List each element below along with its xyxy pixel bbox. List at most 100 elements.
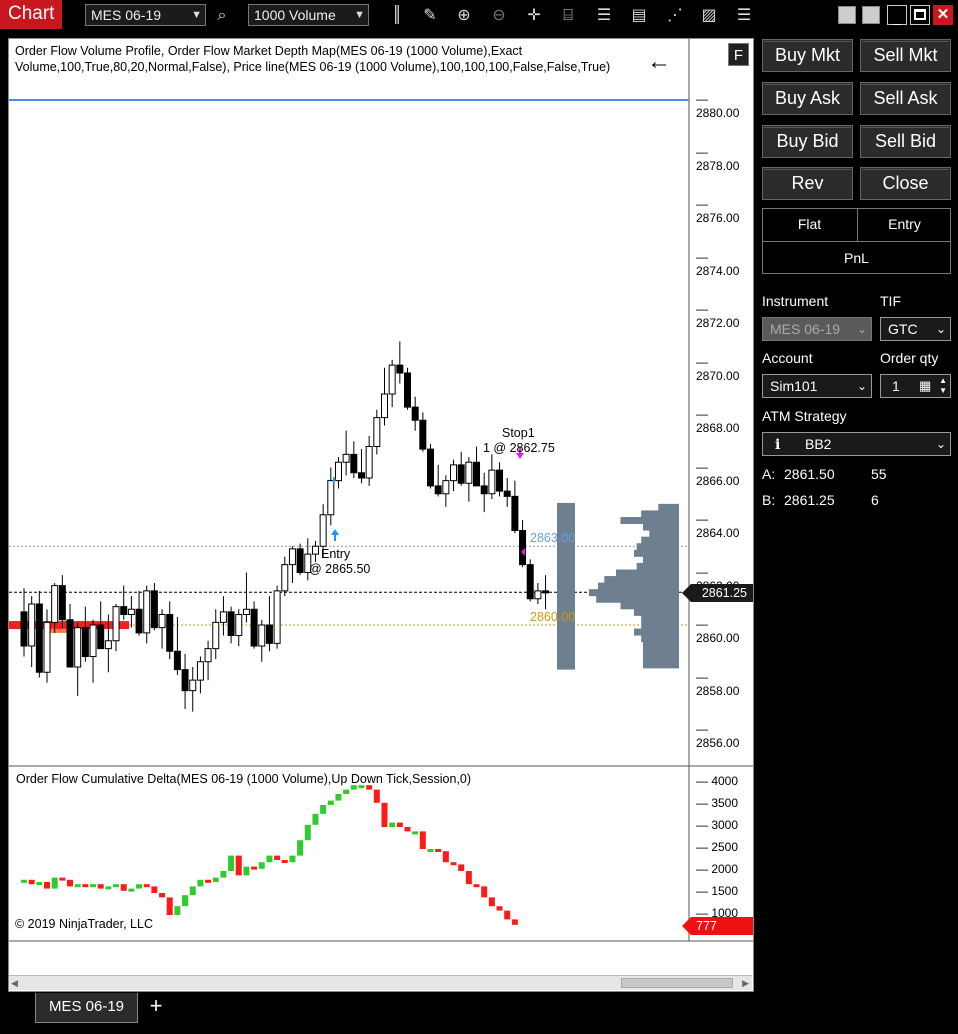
search-icon[interactable]: ⌕: [212, 5, 232, 25]
pencil-icon[interactable]: ✎: [420, 5, 440, 25]
sell-ask-button[interactable]: Sell Ask: [860, 82, 951, 115]
strategy-icon[interactable]: ⋰: [665, 5, 685, 25]
ask-label: A:: [762, 466, 776, 482]
candle-body: [20, 611, 28, 647]
position-status: Flat: [797, 216, 822, 232]
delta-tick-label: — 1500: [696, 884, 739, 898]
delta-bar: [51, 877, 58, 889]
title-tab[interactable]: Chart: [0, 0, 62, 29]
volume-profile-bar: [634, 549, 679, 557]
order-qty-stepper[interactable]: 1 ▦ ▲ ▼: [880, 374, 951, 398]
crosshair-icon[interactable]: ✛: [524, 5, 544, 25]
candle-body: [327, 480, 335, 516]
delta-bar: [343, 789, 350, 794]
back-arrow-icon[interactable]: ←: [647, 49, 671, 75]
close-icon[interactable]: ✕: [933, 5, 953, 25]
info-icon[interactable]: i: [775, 437, 780, 453]
zoom-in-icon[interactable]: ⊕: [454, 5, 474, 25]
volume-profile-bar: [643, 661, 679, 669]
instrument-dropdown[interactable]: MES 06-19 ⌄: [762, 317, 872, 341]
reverse-button[interactable]: Rev: [762, 167, 853, 200]
delta-bar: [274, 855, 281, 860]
interval-selector[interactable]: 1000 Volume ▼: [248, 4, 369, 26]
delta-bar: [465, 871, 472, 885]
delta-bar: [151, 886, 158, 893]
candle-body: [519, 530, 527, 566]
delta-bar: [128, 888, 135, 892]
delta-bar: [220, 871, 227, 878]
sell-mkt-button[interactable]: Sell Mkt: [860, 39, 951, 72]
delta-bar: [297, 840, 304, 856]
chart-tab[interactable]: MES 06-19: [35, 993, 138, 1023]
maximize-icon[interactable]: [910, 5, 930, 25]
buy-ask-button[interactable]: Buy Ask: [762, 82, 853, 115]
candle-body: [534, 590, 542, 600]
candle-body: [457, 464, 465, 484]
indicator-label: Order Flow Volume Profile, Order Flow Ma…: [15, 44, 611, 74]
spin-icon[interactable]: ▲ ▼: [939, 376, 947, 396]
tif-dropdown-value: GTC: [888, 321, 918, 337]
candle-body: [334, 461, 342, 482]
delta-bar: [243, 866, 250, 876]
volume-profile-bar: [641, 635, 679, 643]
chart-trader-icon[interactable]: ▤: [629, 5, 649, 25]
bar-type-icon[interactable]: ║: [387, 5, 407, 25]
atm-strategy-dropdown[interactable]: i BB2 ⌄: [762, 432, 951, 456]
delta-bar: [136, 884, 143, 889]
delta-bar: [21, 879, 27, 883]
add-tab-button[interactable]: +: [143, 994, 169, 1020]
price-axis[interactable]: — 2880.00 — 2878.00 — 2876.00 — 2874.00 — 28…: [690, 39, 752, 765]
candle-body: [503, 490, 511, 497]
volume-profile-bar: [620, 602, 679, 610]
price-tick-label: — 2870.00: [696, 354, 740, 383]
delta-bar: [373, 789, 380, 803]
scroll-right-icon[interactable]: ▶: [742, 978, 749, 989]
price-tick-label: — 2878.00: [696, 144, 740, 173]
chevron-down-icon: ⌄: [935, 322, 946, 336]
scroll-left-icon[interactable]: ◀: [11, 978, 18, 989]
volume-profile-value-area: [557, 502, 575, 670]
horizontal-scrollbar[interactable]: ◀ ▶: [9, 975, 752, 990]
tif-dropdown[interactable]: GTC ⌄: [880, 317, 951, 341]
indicators-icon[interactable]: ▨: [699, 5, 719, 25]
close-position-button[interactable]: Close: [860, 167, 951, 200]
buy-mkt-button[interactable]: Buy Mkt: [762, 39, 853, 72]
delta-axis[interactable]: — 4000— 3500— 3000— 2500— 2000— 1500— 10…: [690, 766, 752, 940]
stop-label: Stop1: [502, 426, 535, 440]
candle-body: [181, 669, 189, 692]
volume-profile-bar: [596, 595, 679, 603]
time-label: 10:43: [311, 953, 345, 968]
position-divider-h: [762, 241, 951, 242]
candle-body: [89, 624, 97, 657]
candle-body: [396, 364, 404, 374]
price-tick-label: — 2864.00: [696, 512, 740, 540]
candle-body: [204, 648, 212, 663]
data-box-icon[interactable]: ⌸: [558, 5, 578, 25]
sell-bid-button[interactable]: Sell Bid: [860, 125, 951, 158]
properties-icon[interactable]: ☰: [594, 5, 614, 25]
delta-bar: [74, 884, 81, 888]
delta-bar: [82, 884, 89, 888]
delta-bar: [327, 800, 334, 805]
candle-body: [227, 611, 235, 636]
window-tile2-icon[interactable]: [862, 6, 880, 24]
minimize-icon[interactable]: _: [887, 5, 907, 25]
buy-bid-button[interactable]: Buy Bid: [762, 125, 853, 158]
calculator-icon[interactable]: ▦: [919, 375, 931, 397]
delta-bar: [335, 794, 342, 801]
zoom-out-icon[interactable]: ⊖: [489, 5, 509, 25]
menu-icon[interactable]: ☰: [734, 5, 754, 25]
instrument-selector[interactable]: MES 06-19 ▼: [85, 4, 206, 26]
candle-body: [74, 627, 82, 668]
delta-bar: [212, 877, 219, 882]
candle-body: [66, 619, 74, 668]
price-chart[interactable]: [9, 39, 753, 991]
account-dropdown[interactable]: Sim101 ⌄: [762, 374, 872, 398]
account-dropdown-value: Sim101: [770, 378, 818, 394]
candle-body: [104, 640, 112, 650]
delta-bar: [419, 831, 426, 849]
scroll-thumb[interactable]: [621, 978, 733, 988]
time-label: 10:57: [381, 953, 415, 968]
delta-bar: [442, 851, 449, 863]
window-tile-icon[interactable]: [838, 6, 856, 24]
